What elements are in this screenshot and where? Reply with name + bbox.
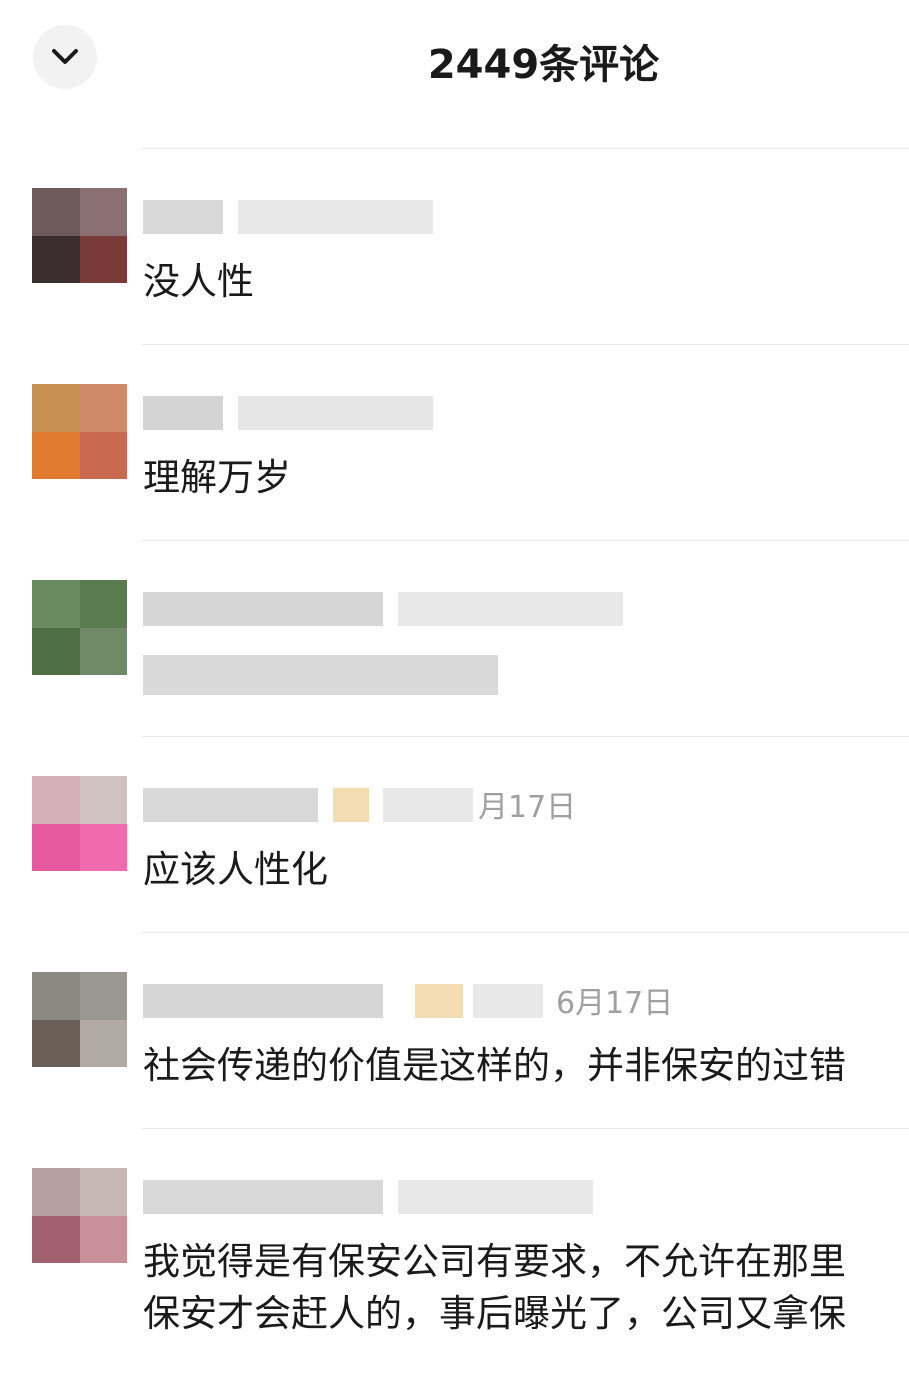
comment-meta [143, 1180, 703, 1218]
comment-text: 我觉得是有保安公司有要求，不允许在那里 [143, 1240, 846, 1283]
comment-item[interactable]: 6月17日 社会传递的价值是这样的，并非保安的过错 [0, 932, 909, 1127]
comment-item[interactable]: 我觉得是有保安公司有要求，不允许在那里 保安才会赶人的，事后曝光了，公司又拿保 [0, 1128, 909, 1384]
avatar[interactable] [32, 776, 127, 871]
comment-meta [143, 592, 703, 630]
comment-text-line2: 保安才会赶人的，事后曝光了，公司又拿保 [143, 1292, 846, 1335]
avatar[interactable] [32, 1168, 127, 1263]
divider [142, 540, 909, 541]
comment-text-blurred [143, 655, 498, 695]
comment-item[interactable]: 理解万岁 [0, 344, 909, 539]
comment-meta: 6月17日 [143, 984, 703, 1022]
comments-header: 2449条评论 [0, 0, 909, 120]
comment-text: 理解万岁 [143, 456, 291, 499]
avatar[interactable] [32, 580, 127, 675]
comment-meta [143, 396, 703, 434]
comment-item[interactable]: 月17日 应该人性化 [0, 736, 909, 931]
comment-item[interactable]: 没人性 [0, 148, 909, 343]
comment-text: 应该人性化 [143, 848, 328, 891]
divider [142, 1128, 909, 1129]
divider [142, 148, 909, 149]
comment-meta [143, 200, 703, 238]
divider [142, 736, 909, 737]
comment-text: 社会传递的价值是这样的，并非保安的过错 [143, 1044, 846, 1087]
comment-meta: 月17日 [143, 788, 703, 826]
comment-count-title: 2449条评论 [427, 42, 660, 88]
comment-item[interactable] [0, 540, 909, 735]
divider [142, 344, 909, 345]
comment-text: 没人性 [143, 260, 254, 303]
avatar[interactable] [32, 384, 127, 479]
comment-date: 月17日 [478, 790, 577, 825]
avatar[interactable] [32, 188, 127, 283]
divider [142, 932, 909, 933]
avatar[interactable] [32, 972, 127, 1067]
comment-date: 6月17日 [556, 986, 674, 1021]
